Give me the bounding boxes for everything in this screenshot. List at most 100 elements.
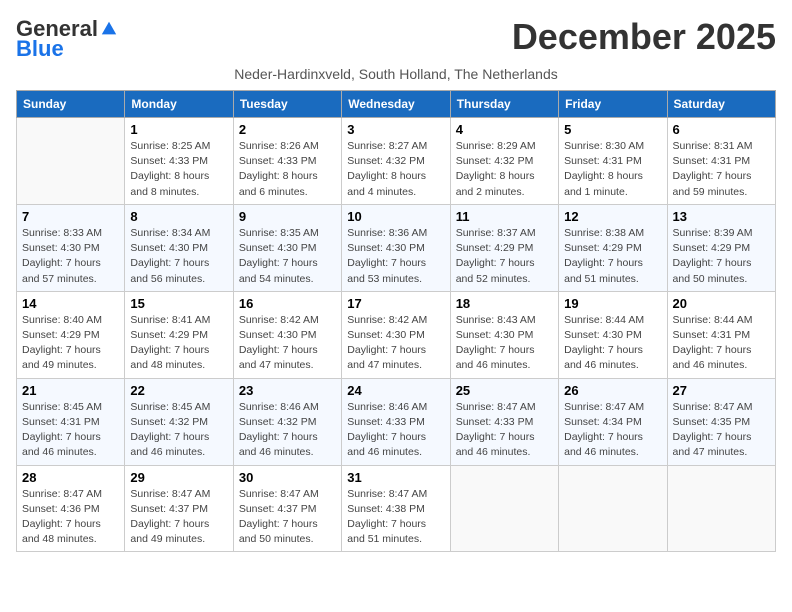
day-info: Sunrise: 8:47 AM Sunset: 4:36 PM Dayligh… — [22, 487, 119, 548]
day-info: Sunrise: 8:42 AM Sunset: 4:30 PM Dayligh… — [347, 313, 444, 374]
day-info: Sunrise: 8:31 AM Sunset: 4:31 PM Dayligh… — [673, 139, 770, 200]
day-number: 29 — [130, 470, 227, 485]
calendar-cell: 12 Sunrise: 8:38 AM Sunset: 4:29 PM Dayli… — [559, 204, 667, 291]
calendar-cell — [559, 465, 667, 552]
calendar-cell: 1 Sunrise: 8:25 AM Sunset: 4:33 PM Daylig… — [125, 118, 233, 205]
day-info: Sunrise: 8:36 AM Sunset: 4:30 PM Dayligh… — [347, 226, 444, 287]
col-header-thursday: Thursday — [450, 91, 558, 118]
day-info: Sunrise: 8:45 AM Sunset: 4:32 PM Dayligh… — [130, 400, 227, 461]
calendar-cell: 21 Sunrise: 8:45 AM Sunset: 4:31 PM Dayli… — [17, 378, 125, 465]
day-info: Sunrise: 8:47 AM Sunset: 4:37 PM Dayligh… — [239, 487, 336, 548]
day-number: 25 — [456, 383, 553, 398]
day-info: Sunrise: 8:47 AM Sunset: 4:33 PM Dayligh… — [456, 400, 553, 461]
day-number: 13 — [673, 209, 770, 224]
week-row-5: 28Sunrise: 8:47 AM Sunset: 4:36 PM Dayli… — [17, 465, 776, 552]
day-number: 31 — [347, 470, 444, 485]
day-info: Sunrise: 8:38 AM Sunset: 4:29 PM Dayligh… — [564, 226, 661, 287]
calendar-cell: 7Sunrise: 8:33 AM Sunset: 4:30 PM Daylig… — [17, 204, 125, 291]
day-info: Sunrise: 8:46 AM Sunset: 4:33 PM Dayligh… — [347, 400, 444, 461]
logo-blue: Blue — [16, 36, 64, 62]
week-row-4: 21 Sunrise: 8:45 AM Sunset: 4:31 PM Dayli… — [17, 378, 776, 465]
day-info: Sunrise: 8:42 AM Sunset: 4:30 PM Dayligh… — [239, 313, 336, 374]
day-info: Sunrise: 8:25 AM Sunset: 4:33 PM Dayligh… — [130, 139, 227, 200]
day-info: Sunrise: 8:39 AM Sunset: 4:29 PM Dayligh… — [673, 226, 770, 287]
day-info: Sunrise: 8:33 AM Sunset: 4:30 PM Dayligh… — [22, 226, 119, 287]
subtitle: Neder-Hardinxveld, South Holland, The Ne… — [16, 66, 776, 82]
logo-icon — [100, 20, 118, 38]
day-number: 9 — [239, 209, 336, 224]
day-number: 27 — [673, 383, 770, 398]
calendar-cell: 23 Sunrise: 8:46 AM Sunset: 4:32 PM Dayli… — [233, 378, 341, 465]
day-info: Sunrise: 8:40 AM Sunset: 4:29 PM Dayligh… — [22, 313, 119, 374]
calendar-cell: 8 Sunrise: 8:34 AM Sunset: 4:30 PM Daylig… — [125, 204, 233, 291]
day-number: 5 — [564, 122, 661, 137]
calendar-cell: 6 Sunrise: 8:31 AM Sunset: 4:31 PM Daylig… — [667, 118, 775, 205]
day-number: 6 — [673, 122, 770, 137]
col-header-wednesday: Wednesday — [342, 91, 450, 118]
calendar-cell: 2 Sunrise: 8:26 AM Sunset: 4:33 PM Daylig… — [233, 118, 341, 205]
day-info: Sunrise: 8:47 AM Sunset: 4:34 PM Dayligh… — [564, 400, 661, 461]
calendar-cell: 19 Sunrise: 8:44 AM Sunset: 4:30 PM Dayli… — [559, 291, 667, 378]
day-number: 30 — [239, 470, 336, 485]
calendar-body: 1 Sunrise: 8:25 AM Sunset: 4:33 PM Daylig… — [17, 118, 776, 552]
calendar-cell: 28Sunrise: 8:47 AM Sunset: 4:36 PM Dayli… — [17, 465, 125, 552]
calendar-cell: 5 Sunrise: 8:30 AM Sunset: 4:31 PM Daylig… — [559, 118, 667, 205]
day-number: 15 — [130, 296, 227, 311]
calendar-cell — [17, 118, 125, 205]
calendar-cell: 29Sunrise: 8:47 AM Sunset: 4:37 PM Dayli… — [125, 465, 233, 552]
day-number: 2 — [239, 122, 336, 137]
day-number: 11 — [456, 209, 553, 224]
day-info: Sunrise: 8:43 AM Sunset: 4:30 PM Dayligh… — [456, 313, 553, 374]
calendar-cell: 4Sunrise: 8:29 AM Sunset: 4:32 PM Daylig… — [450, 118, 558, 205]
calendar-header: SundayMondayTuesdayWednesdayThursdayFrid… — [17, 91, 776, 118]
day-number: 18 — [456, 296, 553, 311]
day-info: Sunrise: 8:30 AM Sunset: 4:31 PM Dayligh… — [564, 139, 661, 200]
day-number: 1 — [130, 122, 227, 137]
day-info: Sunrise: 8:26 AM Sunset: 4:33 PM Dayligh… — [239, 139, 336, 200]
calendar-cell: 20Sunrise: 8:44 AM Sunset: 4:31 PM Dayli… — [667, 291, 775, 378]
page-header: General Blue December 2025 — [16, 16, 776, 62]
calendar-cell: 25 Sunrise: 8:47 AM Sunset: 4:33 PM Dayli… — [450, 378, 558, 465]
day-info: Sunrise: 8:44 AM Sunset: 4:30 PM Dayligh… — [564, 313, 661, 374]
day-number: 19 — [564, 296, 661, 311]
day-number: 14 — [22, 296, 119, 311]
week-row-3: 14 Sunrise: 8:40 AM Sunset: 4:29 PM Dayli… — [17, 291, 776, 378]
day-info: Sunrise: 8:46 AM Sunset: 4:32 PM Dayligh… — [239, 400, 336, 461]
day-number: 26 — [564, 383, 661, 398]
col-header-friday: Friday — [559, 91, 667, 118]
day-number: 8 — [130, 209, 227, 224]
col-header-monday: Monday — [125, 91, 233, 118]
col-header-saturday: Saturday — [667, 91, 775, 118]
col-header-tuesday: Tuesday — [233, 91, 341, 118]
day-info: Sunrise: 8:47 AM Sunset: 4:38 PM Dayligh… — [347, 487, 444, 548]
calendar-cell: 17 Sunrise: 8:42 AM Sunset: 4:30 PM Dayli… — [342, 291, 450, 378]
day-info: Sunrise: 8:45 AM Sunset: 4:31 PM Dayligh… — [22, 400, 119, 461]
day-number: 17 — [347, 296, 444, 311]
day-number: 22 — [130, 383, 227, 398]
calendar-cell: 3Sunrise: 8:27 AM Sunset: 4:32 PM Daylig… — [342, 118, 450, 205]
calendar-cell: 31 Sunrise: 8:47 AM Sunset: 4:38 PM Dayli… — [342, 465, 450, 552]
calendar-cell: 27 Sunrise: 8:47 AM Sunset: 4:35 PM Dayli… — [667, 378, 775, 465]
day-info: Sunrise: 8:47 AM Sunset: 4:35 PM Dayligh… — [673, 400, 770, 461]
day-number: 4 — [456, 122, 553, 137]
day-info: Sunrise: 8:34 AM Sunset: 4:30 PM Dayligh… — [130, 226, 227, 287]
calendar-cell: 22 Sunrise: 8:45 AM Sunset: 4:32 PM Dayli… — [125, 378, 233, 465]
calendar-cell: 13 Sunrise: 8:39 AM Sunset: 4:29 PM Dayli… — [667, 204, 775, 291]
day-number: 10 — [347, 209, 444, 224]
calendar-cell: 24 Sunrise: 8:46 AM Sunset: 4:33 PM Dayli… — [342, 378, 450, 465]
day-info: Sunrise: 8:41 AM Sunset: 4:29 PM Dayligh… — [130, 313, 227, 374]
month-title: December 2025 — [512, 16, 776, 58]
calendar-cell: 11Sunrise: 8:37 AM Sunset: 4:29 PM Dayli… — [450, 204, 558, 291]
day-number: 23 — [239, 383, 336, 398]
calendar-cell: 18 Sunrise: 8:43 AM Sunset: 4:30 PM Dayli… — [450, 291, 558, 378]
calendar-cell: 14 Sunrise: 8:40 AM Sunset: 4:29 PM Dayli… — [17, 291, 125, 378]
day-number: 24 — [347, 383, 444, 398]
day-number: 21 — [22, 383, 119, 398]
calendar-cell — [667, 465, 775, 552]
day-number: 20 — [673, 296, 770, 311]
day-number: 12 — [564, 209, 661, 224]
calendar-cell: 16Sunrise: 8:42 AM Sunset: 4:30 PM Dayli… — [233, 291, 341, 378]
calendar-cell: 30 Sunrise: 8:47 AM Sunset: 4:37 PM Dayli… — [233, 465, 341, 552]
calendar-table: SundayMondayTuesdayWednesdayThursdayFrid… — [16, 90, 776, 552]
calendar-cell: 15 Sunrise: 8:41 AM Sunset: 4:29 PM Dayli… — [125, 291, 233, 378]
